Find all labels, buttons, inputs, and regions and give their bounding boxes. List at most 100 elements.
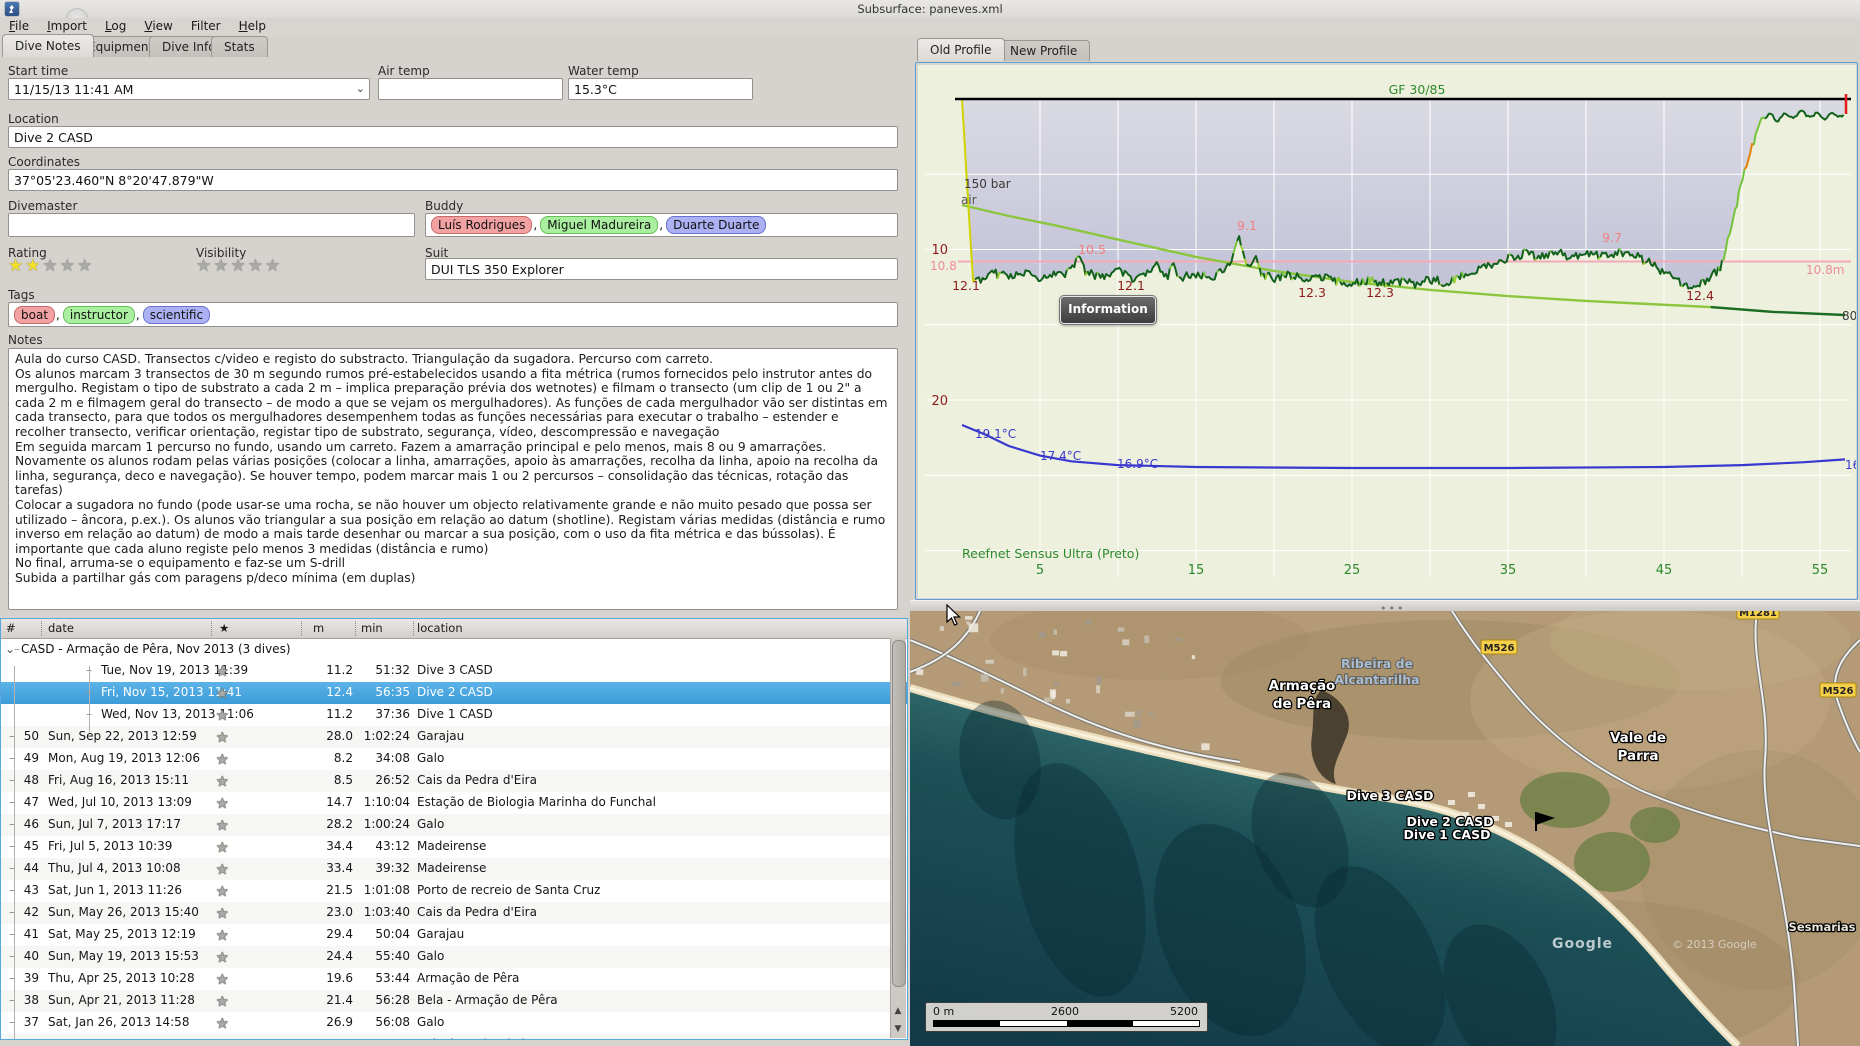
column-header-num[interactable]: # — [6, 621, 16, 635]
star-icon: ★ — [216, 796, 230, 812]
dive-duration: 53:44 — [375, 971, 410, 985]
map-label: M526 — [1823, 686, 1854, 697]
tab-old-profile[interactable]: Old Profile — [917, 38, 1005, 61]
scroll-up-button[interactable]: ▲ — [891, 1002, 905, 1020]
buddy-field[interactable]: Luís Rodrigues, Miguel Madureira, Duarte D… — [425, 213, 898, 237]
star-icon: ★ — [216, 884, 230, 900]
start-time-combo[interactable]: 11/15/13 11:41 AM ⌄ — [8, 78, 370, 100]
star-icon: ★ — [216, 686, 230, 702]
trip-group-row[interactable]: ⌄ – CASD - Armação de Pêra, Nov 2013 (3 di… — [1, 639, 907, 660]
svg-text:150 bar: 150 bar — [964, 177, 1011, 191]
dive-row-43[interactable]: –43 Sat, Jun 1, 2013 11:26 ★ ★ ★ ★ ★ 21.5 1:01:0… — [1, 880, 907, 902]
scrollbar-thumb[interactable] — [892, 640, 906, 987]
star-icon: ★ — [216, 928, 230, 944]
menu-view[interactable]: View — [135, 18, 181, 35]
menu-bar: File Import Log View Filter Help — [0, 18, 1860, 36]
menu-import[interactable]: Import — [38, 18, 96, 35]
chevron-down-icon[interactable]: ⌄ — [356, 82, 365, 95]
visibility-stars[interactable]: ★★★★★ — [196, 256, 282, 276]
dive-row-41[interactable]: –41 Sat, May 25, 2013 12:19 ★ ★ ★ ★ ★ 29.4 50:04… — [1, 924, 907, 946]
dive-row-47[interactable]: –47 Wed, Jul 10, 2013 13:09 ★ ★ ★ ★ ★ 14.7 1:10:… — [1, 792, 907, 814]
information-button[interactable]: Information — [1059, 295, 1157, 325]
title-bar[interactable]: Subsurface: paneves.xml — [0, 0, 1860, 18]
column-header-stars[interactable]: ★ — [219, 621, 229, 635]
map-label: Dive 3 CASD — [1347, 788, 1434, 803]
dive-row-39[interactable]: –39 Thu, Apr 25, 2013 10:28 ★ ★ ★ ★ ★ 19.6 53:44… — [1, 968, 907, 990]
column-header-depth[interactable]: m — [313, 621, 324, 635]
dive-location: Cais da Pedra d'Eira — [417, 1037, 537, 1039]
column-header-duration[interactable]: min — [361, 621, 383, 635]
tab-stats[interactable]: Stats — [211, 36, 268, 57]
coordinates-field[interactable]: 37°05'23.460"N 8°20'47.879"W — [8, 169, 898, 191]
dive-depth: 8.5 — [333, 773, 353, 787]
tags-field[interactable]: boat, instructor, scientific — [8, 302, 898, 327]
column-header-date[interactable]: date — [48, 621, 74, 635]
location-label: Location — [8, 112, 59, 126]
dive-list-header[interactable]: # date ★ m min location — [1, 619, 907, 639]
dive-row[interactable]: – Tue, Nov 19, 2013 11:39 ★ ★ ★ ★ ★ 11.2 51:32 Di… — [1, 660, 907, 682]
dive-row-37[interactable]: –37 Sat, Jan 26, 2013 14:58 ★ ★ ★ ★ ★ 26.9 56:08… — [1, 1012, 907, 1034]
air-temp-field[interactable] — [378, 78, 563, 100]
star-icon: ★ — [216, 818, 230, 834]
suit-field[interactable]: DUI TLS 350 Explorer — [425, 258, 898, 280]
menu-filter[interactable]: Filter — [182, 18, 230, 35]
dive-row-48[interactable]: –48 Fri, Aug 16, 2013 15:11 ★ ★ ★ ★ ★ 8.5 26:52 C… — [1, 770, 907, 792]
dive-row[interactable]: – Fri, Nov 15, 2013 11:41 ★ ★ ★ ★ ★ 12.4 56:35 Di… — [1, 682, 907, 704]
dive-duration: 50:04 — [375, 927, 410, 941]
rating-stars[interactable]: ★★★★★ — [8, 256, 94, 276]
dive-row-42[interactable]: –42 Sun, May 26, 2013 15:40 ★ ★ ★ ★ ★ 23.0 1:03:… — [1, 902, 907, 924]
menu-help[interactable]: Help — [230, 18, 275, 35]
scroll-down-button[interactable]: ▼ — [891, 1020, 905, 1038]
dive-row-45[interactable]: –45 Fri, Jul 5, 2013 10:39 ★ ★ ★ ★ ★ 34.4 43:12 M… — [1, 836, 907, 858]
dive-row-38[interactable]: –38 Sun, Apr 21, 2013 11:28 ★ ★ ★ ★ ★ 21.4 56:28… — [1, 990, 907, 1012]
dive-duration: 56:08 — [375, 1015, 410, 1029]
pill-boat: boat — [14, 305, 56, 324]
dive-list-scrollbar[interactable]: ▲ ▼ — [890, 638, 906, 1038]
dive-row-36[interactable]: –36Sun, Jan 20, 2013 12:33★★★★★21.758:36… — [1, 1034, 907, 1039]
dive-location: Galo — [417, 751, 445, 765]
air-temp-label: Air temp — [378, 64, 430, 78]
dive-row-40[interactable]: –40 Sun, May 19, 2013 15:53 ★ ★ ★ ★ ★ 24.4 55:40… — [1, 946, 907, 968]
column-header-location[interactable]: location — [417, 621, 463, 635]
svg-text:35: 35 — [1500, 563, 1517, 578]
svg-text:15: 15 — [1188, 563, 1205, 578]
dive-number: 48 — [23, 773, 39, 787]
svg-text:45: 45 — [1656, 563, 1673, 578]
scale-right: 5200 — [1170, 1005, 1198, 1018]
dive-depth: 24.4 — [326, 949, 353, 963]
dive-duration: 34:08 — [375, 751, 410, 765]
dive-row-46[interactable]: –46 Sun, Jul 7, 2013 17:17 ★ ★ ★ ★ ★ 28.2 1:00:2… — [1, 814, 907, 836]
star-icon: ★ — [216, 994, 230, 1010]
dive-date: Wed, Nov 13, 2013 11:06 — [101, 707, 254, 721]
location-field[interactable]: Dive 2 CASD — [8, 126, 898, 148]
divemaster-label: Divemaster — [8, 199, 78, 213]
dive-location: Galo — [417, 949, 445, 963]
dive-date: Sat, May 25, 2013 12:19 — [48, 927, 196, 941]
scale-segments — [933, 1020, 1200, 1027]
dive-map[interactable]: Armação de Pêra Ribeira deAlcantarilha Vale… — [910, 611, 1860, 1046]
notes-label: Notes — [8, 333, 43, 347]
tree-line — [14, 666, 15, 1039]
notes-textarea[interactable]: Aula do curso CASD. Transectos c/video e… — [8, 348, 898, 610]
menu-log[interactable]: Log — [96, 18, 135, 35]
dive-row-44[interactable]: –44 Thu, Jul 4, 2013 10:08 ★ ★ ★ ★ ★ 33.4 39:32 M… — [1, 858, 907, 880]
dive-location: Cais da Pedra d'Eira — [417, 905, 537, 919]
star-icon: ★ — [230, 256, 248, 276]
dive-list-table[interactable]: # date ★ m min location ⌄ – CASD - Armação de P… — [0, 618, 908, 1040]
svg-text:16.9°C: 16.9°C — [1117, 457, 1158, 471]
menu-file[interactable]: File — [0, 18, 38, 35]
dive-location: Armação de Pêra — [417, 971, 520, 985]
pill-separator: , — [135, 307, 140, 322]
dive-row-49[interactable]: –49 Mon, Aug 19, 2013 12:06 ★ ★ ★ ★ ★ 8.2 34:08 G… — [1, 748, 907, 770]
dive-depth: 11.2 — [326, 707, 353, 721]
tab-dive-notes[interactable]: Dive Notes — [2, 34, 94, 57]
dive-duration: 58:36 — [355, 1037, 410, 1039]
svg-text:20: 20 — [931, 394, 948, 409]
dive-location: Dive 2 CASD — [417, 685, 493, 699]
dive-row-50[interactable]: –50 Sun, Sep 22, 2013 12:59 ★ ★ ★ ★ ★ 28.0 1:02:… — [1, 726, 907, 748]
dive-row[interactable]: – Wed, Nov 13, 2013 11:06 ★ ★ ★ ★ ★ 11.2 37:36 Di… — [1, 704, 907, 726]
divemaster-field[interactable] — [8, 213, 415, 237]
svg-text:GF 30/85: GF 30/85 — [1389, 82, 1446, 97]
tab-new-profile[interactable]: New Profile — [997, 40, 1091, 61]
water-temp-field[interactable]: 15.3°C — [568, 78, 753, 100]
